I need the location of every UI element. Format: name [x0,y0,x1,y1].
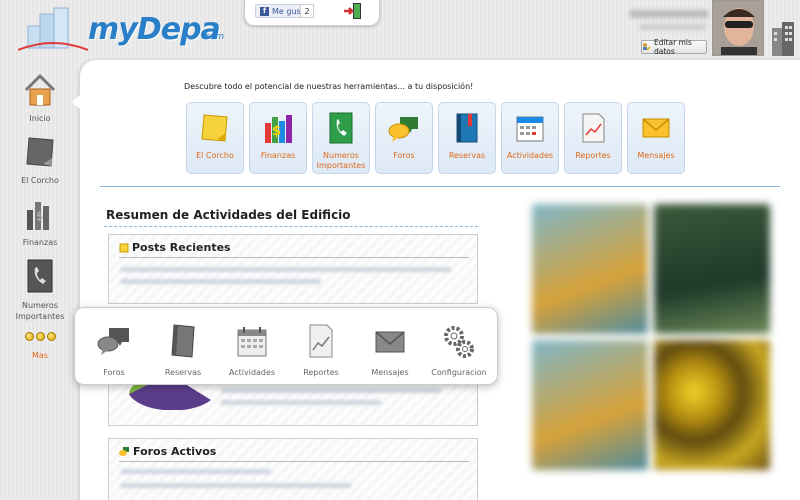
calendar-icon [516,116,544,142]
phone-icon [27,259,53,293]
toolbar-divider [100,186,780,187]
social-bar: f Me gusta 2 [244,0,380,26]
blurred-text [221,400,381,405]
logo-text: myDepa [88,12,221,47]
photo-thumbnail[interactable] [532,204,648,334]
blurred-text [121,483,351,488]
building-icon [772,22,794,56]
tool-actividades[interactable]: Actividades [501,102,559,174]
book-icon [456,113,478,143]
posts-recientes-box: Posts Recientes [108,234,478,304]
tool-finanzas[interactable]: $ Finanzas [249,102,307,174]
user-subtitle-blurred [640,24,706,30]
dots-icon [0,332,80,341]
tool-numeros-importantes[interactable]: Numeros Importantes [312,102,370,174]
activity-box [108,380,478,426]
facebook-icon: f [260,6,269,16]
svg-text:$: $ [36,209,44,223]
book-icon [171,324,195,358]
nav-item-mas[interactable]: Mas [0,332,80,360]
foros-activos-box: Foros Activos [108,438,478,500]
gears-icon [444,326,474,358]
popup-item-configuracion[interactable]: Configuracion [428,322,490,377]
finance-icon: $ [265,115,292,143]
nav-item-inicio[interactable]: Inicio [0,72,80,123]
more-tools-popup: Foros Reservas Actividades Reportes Mens… [74,307,498,385]
note-icon [26,137,54,167]
tool-reportes[interactable]: Reportes [564,102,622,174]
chat-bubbles-icon [119,447,129,456]
report-icon [582,113,605,143]
section-underline [104,226,478,227]
chat-bubbles-icon [97,328,129,355]
nav-label: Finanzas [22,238,58,247]
tool-mensajes[interactable]: Mensajes [627,102,685,174]
nav-item-el-corcho[interactable]: El Corcho [0,134,80,185]
sticky-note-icon [201,114,228,142]
edit-profile-button[interactable]: Editar mis datos [641,38,707,56]
avatar[interactable] [712,0,764,56]
popup-item-mensajes[interactable]: Mensajes [359,322,421,377]
tagline: Descubre todo el potencial de nuestras h… [184,82,474,91]
edit-profile-label: Editar mis datos [654,38,692,56]
money-icon: $ [27,202,49,230]
building-logo-icon [18,7,88,51]
site-logo[interactable]: myDepa .com [18,6,224,54]
blurred-text [221,388,441,393]
tool-el-corcho[interactable]: El Corcho [186,102,244,174]
nav-label: El Corcho [21,176,59,185]
popup-item-actividades[interactable]: Actividades [221,322,283,377]
popup-item-foros[interactable]: Foros [83,322,145,377]
photo-thumbnail[interactable] [532,340,648,470]
photo-thumbnail[interactable] [654,340,770,470]
user-name-blurred [630,10,708,18]
fb-like-count: 2 [300,4,314,18]
popup-item-reservas[interactable]: Reservas [152,322,214,377]
envelope-icon [375,331,405,353]
phone-book-icon [329,112,353,144]
box-title: Foros Activos [119,445,216,458]
chat-bubbles-icon [388,117,418,142]
svg-text:$: $ [272,124,281,139]
envelope-icon [642,118,670,138]
nav-item-numeros-importantes[interactable]: Numeros Importantes [0,258,80,322]
house-icon [24,73,56,106]
calendar-icon [237,327,267,357]
tool-reservas[interactable]: Reservas [438,102,496,174]
sticky-note-icon [119,243,129,252]
photo-thumbnail[interactable] [654,204,770,334]
popup-item-reportes[interactable]: Reportes [290,322,352,377]
box-title: Posts Recientes [119,241,231,254]
nav-label: Numeros Importantes [15,301,65,321]
nav-label: Inicio [29,114,51,123]
logo-suffix: .com [202,32,225,42]
tool-foros[interactable]: Foros [375,102,433,174]
edit-user-icon [642,42,651,53]
blurred-text [121,279,321,284]
blurred-text [121,469,271,474]
nav-label: Mas [32,351,48,360]
report-icon [309,324,333,358]
nav-item-finanzas[interactable]: $ Finanzas [0,196,80,247]
section-title: Resumen de Actividades del Edificio [106,208,351,222]
logout-icon[interactable] [343,2,363,20]
blurred-text [121,267,451,272]
